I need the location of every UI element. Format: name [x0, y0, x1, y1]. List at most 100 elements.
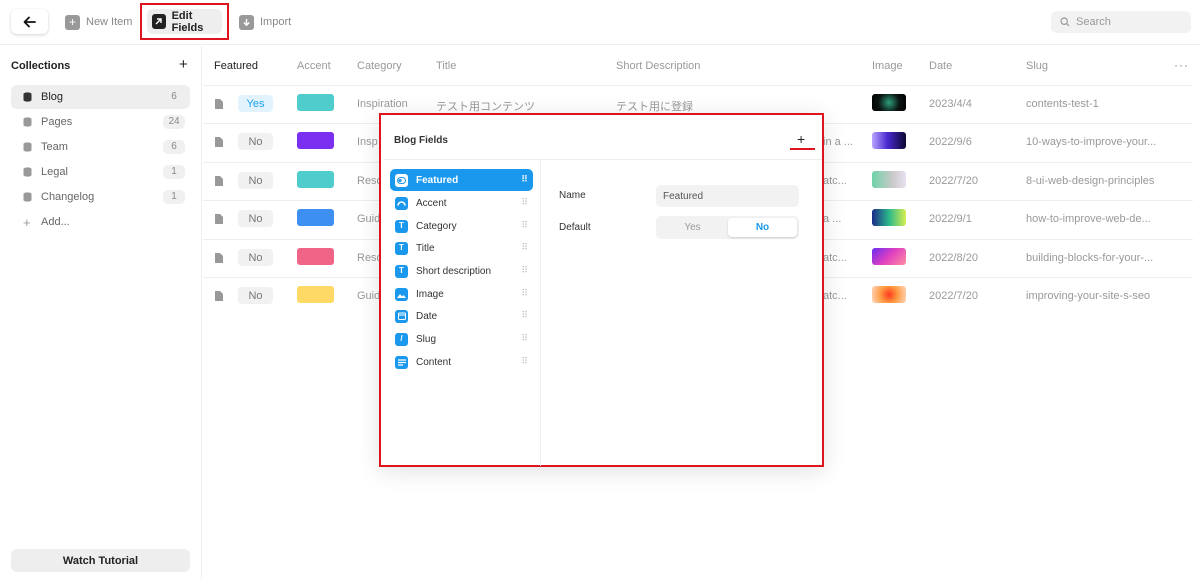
drag-handle-icon[interactable]: ⠿ [521, 220, 528, 231]
column-header-slug[interactable]: Slug [1026, 60, 1048, 72]
color-icon [395, 196, 408, 210]
sidebar-item-add[interactable]: + Add... [11, 210, 190, 234]
accent-swatch [297, 209, 334, 226]
import-label: Import [260, 16, 292, 28]
accent-swatch [297, 171, 334, 188]
field-item-category[interactable]: T Category ⠿ [390, 215, 533, 237]
field-item-accent[interactable]: Accent ⠿ [390, 192, 533, 214]
featured-badge: No [238, 133, 273, 150]
featured-badge: No [238, 210, 273, 227]
sidebar-item-label: Blog [41, 91, 64, 103]
new-item-button[interactable]: + New Item [65, 12, 132, 32]
edit-fields-button[interactable]: Edit Fields [147, 9, 222, 34]
toggle-icon [395, 173, 408, 187]
column-header-accent[interactable]: Accent [297, 60, 331, 72]
date-cell: 2022/9/6 [929, 136, 972, 148]
field-item-title[interactable]: T Title ⠿ [390, 237, 533, 259]
drag-handle-icon[interactable]: ⠿ [521, 288, 528, 299]
field-item-slug[interactable]: / Slug ⠿ [390, 328, 533, 350]
short-description-cell: a ... [823, 213, 842, 225]
search-input[interactable]: Search [1051, 11, 1191, 33]
edit-fields-highlight: Edit Fields [140, 3, 229, 40]
field-name-input[interactable]: Featured [656, 185, 799, 207]
image-icon [395, 287, 408, 301]
date-cell: 2023/4/4 [929, 98, 972, 110]
drag-handle-icon[interactable]: ⠿ [521, 333, 528, 344]
drag-handle-icon[interactable]: ⠿ [521, 197, 528, 208]
field-item-short-description[interactable]: T Short description ⠿ [390, 260, 533, 282]
field-label: Image [416, 288, 444, 300]
date-cell: 2022/8/20 [929, 252, 978, 264]
add-field-icon[interactable]: + [797, 131, 805, 147]
modal-title: Blog Fields [394, 135, 448, 146]
drag-handle-icon[interactable]: ⠿ [521, 356, 528, 367]
drag-handle-icon[interactable]: ⠿ [521, 174, 528, 185]
document-icon [215, 176, 223, 186]
default-yes-option[interactable]: Yes [658, 218, 727, 237]
default-no-option[interactable]: No [728, 218, 797, 237]
highlight-underline [790, 148, 815, 150]
accent-swatch [297, 94, 334, 111]
field-label: Featured [416, 174, 459, 186]
drag-handle-icon[interactable]: ⠿ [521, 310, 528, 321]
date-cell: 2022/7/20 [929, 175, 978, 187]
short-description-cell: in a ... [823, 136, 853, 148]
database-icon [23, 117, 32, 127]
add-collection-icon[interactable]: + [179, 56, 188, 73]
item-count-badge: 6 [171, 91, 177, 102]
field-item-date[interactable]: Date ⠿ [390, 305, 533, 327]
name-label: Name [559, 190, 586, 201]
field-item-featured[interactable]: Featured ⠿ [390, 169, 533, 191]
plus-icon: + [65, 14, 80, 30]
date-icon [395, 309, 408, 323]
document-icon [215, 99, 223, 109]
drag-handle-icon[interactable]: ⠿ [521, 242, 528, 253]
item-count-badge: 1 [163, 190, 185, 204]
blog-fields-modal: Blog Fields + Featured ⠿ Accent ⠿ T Cate… [379, 113, 824, 467]
download-icon [239, 14, 254, 30]
sidebar-item-label: Pages [41, 116, 73, 128]
item-count-badge: 6 [163, 140, 185, 154]
sidebar-item-blog[interactable]: Blog 6 [11, 85, 190, 109]
text-icon: T [395, 264, 408, 278]
item-count-badge: 1 [163, 165, 185, 179]
date-cell: 2022/9/1 [929, 213, 972, 225]
column-header-image[interactable]: Image [872, 60, 903, 72]
field-item-image[interactable]: Image ⠿ [390, 283, 533, 305]
sidebar-item-label: Team [41, 141, 68, 153]
column-header-category[interactable]: Category [357, 60, 402, 72]
sidebar-item-team[interactable]: Team 6 [11, 135, 190, 159]
sidebar-item-changelog[interactable]: Changelog 1 [11, 185, 190, 209]
more-options-icon[interactable]: ··· [1174, 58, 1189, 72]
back-button[interactable] [11, 9, 48, 34]
column-header-short-description[interactable]: Short Description [616, 60, 700, 72]
sidebar-item-pages[interactable]: Pages 24 [11, 110, 190, 134]
featured-badge: No [238, 249, 273, 266]
drag-handle-icon[interactable]: ⠿ [521, 265, 528, 276]
top-toolbar: + New Item Edit Fields Import Search [0, 0, 1200, 45]
accent-swatch [297, 132, 334, 149]
short-description-cell: テスト用に登録 [616, 101, 693, 113]
search-placeholder: Search [1076, 16, 1111, 28]
database-icon [23, 142, 32, 152]
collections-heading: Collections [11, 60, 71, 72]
column-header-date[interactable]: Date [929, 60, 952, 72]
sidebar-item-legal[interactable]: Legal 1 [11, 160, 190, 184]
sidebar-item-label: Changelog [41, 191, 95, 203]
import-button[interactable]: Import [239, 12, 291, 32]
date-cell: 2022/7/20 [929, 290, 978, 302]
field-item-content[interactable]: Content ⠿ [390, 351, 533, 373]
short-description-cell: atc... [823, 252, 847, 264]
slug-cell: 10-ways-to-improve-your... [1026, 136, 1157, 148]
search-icon [1060, 17, 1070, 27]
category-cell: Guid [357, 213, 381, 225]
column-header-featured[interactable]: Featured [214, 60, 258, 72]
accent-swatch [297, 286, 334, 303]
watch-tutorial-button[interactable]: Watch Tutorial [11, 549, 190, 572]
short-description-cell: atc... [823, 175, 847, 187]
accent-swatch [297, 248, 334, 265]
edit-fields-label: Edit Fields [171, 9, 204, 34]
slug-cell: contents-test-1 [1026, 98, 1099, 110]
column-header-title[interactable]: Title [436, 60, 456, 72]
default-label: Default [559, 222, 591, 233]
